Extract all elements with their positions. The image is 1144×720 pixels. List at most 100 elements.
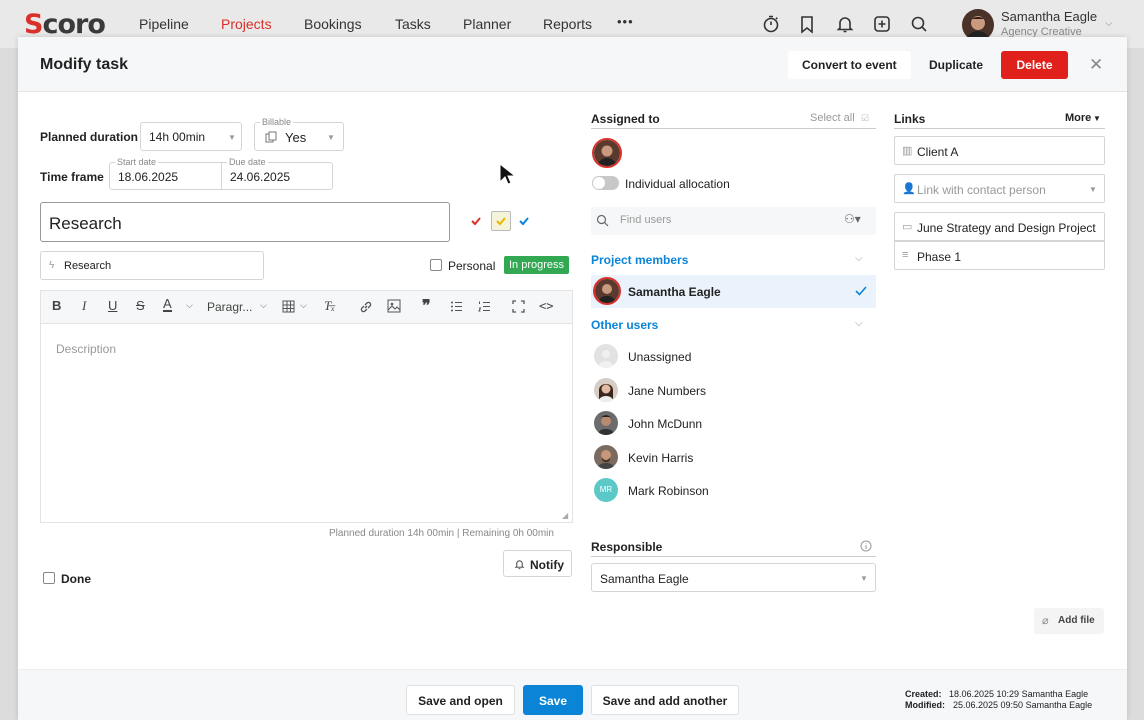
nav-item-planner[interactable]: Planner [463,16,511,32]
resize-handle-icon[interactable]: ◢ [562,511,568,520]
image-icon[interactable] [387,299,401,313]
add-file-button[interactable]: ⌀ Add file [1034,608,1104,634]
personal-checkbox[interactable] [430,259,442,271]
task-name-input[interactable]: Research [40,202,450,242]
individual-allocation-toggle[interactable] [592,176,619,190]
phase-icon: ≡ [902,249,909,261]
nav-item-pipeline[interactable]: Pipeline [139,16,189,32]
chevron-down-icon[interactable]: ⌵ [300,300,307,311]
phase-name: Phase 1 [917,250,962,264]
client-link[interactable]: ▥ Client A [894,136,1105,165]
bell-icon [514,560,525,570]
fullscreen-icon[interactable] [512,300,525,313]
billable-select[interactable]: Billable Yes ▼ [254,117,344,151]
text-color-icon[interactable]: A [163,297,172,312]
start-date-field[interactable]: Start date 18.06.2025 [109,157,222,190]
underline-icon[interactable]: U [108,298,117,313]
chevron-down-icon: ▼ [1089,185,1097,194]
avatar [593,277,621,305]
nav-item-tasks[interactable]: Tasks [395,16,431,32]
project-link[interactable]: ▭ June Strategy and Design Project [894,212,1105,241]
bookmark-icon[interactable] [797,14,817,34]
user-row-unassigned[interactable]: Unassigned [594,340,876,373]
phase-link[interactable]: ≡ Phase 1 [894,241,1105,270]
clear-formatting-icon[interactable]: T̶ₓ [324,298,335,314]
quote-icon[interactable]: ❞ [422,296,431,316]
responsible-select[interactable]: Samantha Eagle ▼ [591,563,876,592]
user-row-kevin-harris[interactable]: Kevin Harris [594,441,876,474]
avatar [594,344,618,368]
done-label: Done [61,572,91,586]
modify-task-modal: Modify task Convert to event Duplicate D… [18,37,1127,720]
nav-item-projects[interactable]: Projects [221,16,272,32]
chevron-down-icon[interactable]: ⌵ [260,300,267,311]
assigned-user-avatar[interactable] [592,138,622,168]
created-label: Created: [905,689,942,699]
scoro-logo[interactable]: Scoro [24,9,106,40]
links-label: Links [894,112,926,126]
user-row-jane-numbers[interactable]: Jane Numbers [594,374,876,407]
save-button[interactable]: Save [523,685,583,715]
italic-icon[interactable]: I [82,298,86,314]
user-row-john-mcdunn[interactable]: John McDunn [594,407,876,440]
billable-value: Yes [285,130,307,145]
priority-yellow-check[interactable] [491,211,511,231]
description-editor[interactable]: Description ◢ [40,323,573,523]
info-icon[interactable] [860,540,872,552]
modified-label: Modified: [905,700,945,710]
time-frame-label: Time frame [40,170,104,184]
caret-down-icon[interactable]: ▼ [1093,114,1101,123]
project-member-row[interactable]: Samantha Eagle [591,275,876,308]
add-new-icon[interactable] [872,14,892,34]
timer-icon[interactable] [761,14,781,34]
paragraph-format-select[interactable]: Paragr... [207,300,252,314]
nav-item-bookings[interactable]: Bookings [304,16,362,32]
status-badge[interactable]: In progress [504,256,570,274]
done-checkbox[interactable] [43,572,55,584]
paperclip-icon: ⌀ [1042,615,1049,627]
link-icon[interactable] [359,300,373,314]
nav-item-reports[interactable]: Reports [543,16,592,32]
selected-check-icon [855,286,867,296]
links-more-button[interactable]: More [1065,112,1091,124]
save-and-add-another-button[interactable]: Save and add another [591,685,739,715]
chevron-down-icon: ⌵ [1105,18,1113,29]
table-icon[interactable] [282,300,295,313]
modified-value: 25.06.2025 09:50 Samantha Eagle [953,700,1093,710]
priority-blue-check-icon[interactable] [518,215,530,227]
chevron-down-icon[interactable]: ⌵ [855,253,863,264]
user-filter-icon[interactable]: ⚇▾ [844,212,861,226]
user-row-mark-robinson[interactable]: MR Mark Robinson [594,474,876,507]
notification-bell-icon[interactable] [835,14,855,34]
close-icon[interactable]: ✕ [1089,55,1103,75]
priority-red-check-icon[interactable] [470,215,482,227]
building-icon: ▥ [902,145,913,157]
strikethrough-icon[interactable]: S [136,298,145,313]
bullet-list-icon[interactable] [450,300,463,313]
search-icon [596,214,609,227]
user-name: Samantha Eagle [1001,9,1098,24]
duplicate-button[interactable]: Duplicate [915,51,997,79]
save-and-open-button[interactable]: Save and open [406,685,515,715]
delete-button[interactable]: Delete [1001,51,1068,79]
activity-select[interactable]: ϟ Research [40,251,264,280]
user-name: John McDunn [628,417,703,431]
numbered-list-icon[interactable] [478,300,491,313]
convert-to-event-button[interactable]: Convert to event [788,51,911,79]
chevron-down-icon[interactable]: ⌵ [186,300,193,311]
due-date-field[interactable]: Due date 24.06.2025 [221,157,333,190]
bold-icon[interactable]: B [52,298,61,313]
select-all-button[interactable]: Select all [810,112,855,124]
notify-button[interactable]: Notify [503,550,572,577]
chevron-down-icon[interactable]: ⌵ [855,318,863,329]
mouse-cursor-icon [499,163,515,185]
search-icon[interactable] [909,14,929,34]
planned-duration-field[interactable]: 14h 00min ▼ [140,122,242,151]
source-code-icon[interactable]: <> [539,299,553,313]
more-nav-icon[interactable]: ••• [617,14,634,29]
find-users-input[interactable]: Find users ⚇▾ [591,207,876,235]
planned-duration-value: 14h 00min [149,130,206,144]
start-date-label: Start date [115,157,159,167]
avatar-initials: MR [594,478,618,502]
contact-person-select[interactable]: 👤 Link with contact person ▼ [894,174,1105,203]
